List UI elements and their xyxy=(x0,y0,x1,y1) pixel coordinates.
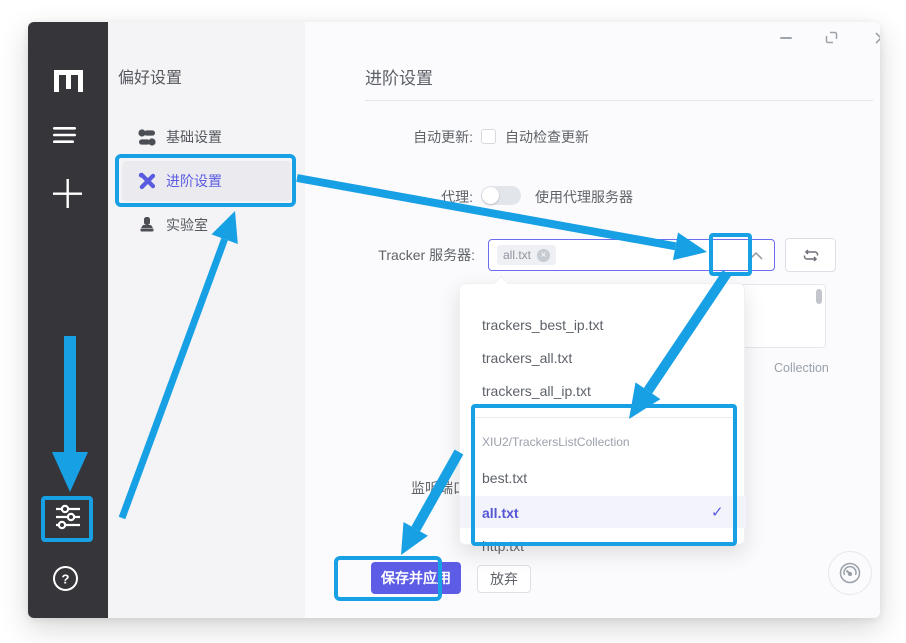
help-glyph: ? xyxy=(62,572,70,587)
annotation-box-preferences-icon xyxy=(41,496,93,542)
toggle-knob xyxy=(482,187,499,204)
tracker-server-label: Tracker 服务器: xyxy=(365,248,475,262)
auto-check-update-checkbox[interactable] xyxy=(481,129,496,144)
title-divider xyxy=(365,100,873,101)
preferences-panel: 偏好设置 基础设置 进阶设置 xyxy=(108,22,305,618)
page-title: 进阶设置 xyxy=(365,64,433,89)
sidebar-item-lab[interactable]: 实验室 xyxy=(122,205,291,245)
sidebar-item-label: 基础设置 xyxy=(166,127,222,147)
dropdown-option[interactable]: trackers_best_ip.txt xyxy=(460,317,746,331)
helper-text-tail: Collection xyxy=(774,361,829,375)
annotation-box-chevron xyxy=(709,233,752,276)
proxy-label: 代理: xyxy=(365,190,473,204)
gauge-icon xyxy=(838,561,862,585)
tag-label: all.txt xyxy=(503,248,531,262)
speed-limit-button[interactable] xyxy=(828,551,872,595)
app-window: ? 偏好设置 基础设置 xyxy=(28,22,880,618)
sync-trackers-button[interactable] xyxy=(785,238,836,272)
tag-close-icon[interactable]: × xyxy=(537,249,550,262)
annotation-box-xiu2-group xyxy=(471,404,737,546)
textarea-scrollbar-thumb[interactable] xyxy=(816,289,822,304)
selected-tracker-tag: all.txt × xyxy=(497,245,556,265)
auto-check-update-label: 自动检查更新 xyxy=(505,130,589,144)
auto-update-label: 自动更新: xyxy=(365,130,473,144)
maximize-button[interactable] xyxy=(825,31,838,44)
close-icon[interactable] xyxy=(874,31,880,45)
preferences-title: 偏好设置 xyxy=(118,64,182,88)
minimize-button[interactable] xyxy=(779,35,793,41)
motrix-logo xyxy=(52,66,85,96)
use-proxy-label: 使用代理服务器 xyxy=(535,190,633,204)
help-icon[interactable]: ? xyxy=(52,565,79,592)
sidebar-item-basic-settings[interactable]: 基础设置 xyxy=(122,117,291,157)
dropdown-option[interactable]: trackers_all_ip.txt xyxy=(460,383,746,397)
proxy-toggle[interactable] xyxy=(481,186,521,205)
stamp-icon xyxy=(138,217,156,234)
annotation-box-save-button xyxy=(334,556,442,601)
task-list-icon[interactable] xyxy=(52,126,78,144)
sidebar-item-label: 实验室 xyxy=(166,215,208,235)
annotation-box-advanced-item xyxy=(115,154,296,207)
toggles-icon xyxy=(138,129,156,146)
dropdown-option[interactable]: trackers_all.txt xyxy=(460,350,746,364)
add-task-icon[interactable] xyxy=(51,177,84,210)
sync-icon xyxy=(802,248,820,263)
discard-button[interactable]: 放弃 xyxy=(477,565,531,593)
